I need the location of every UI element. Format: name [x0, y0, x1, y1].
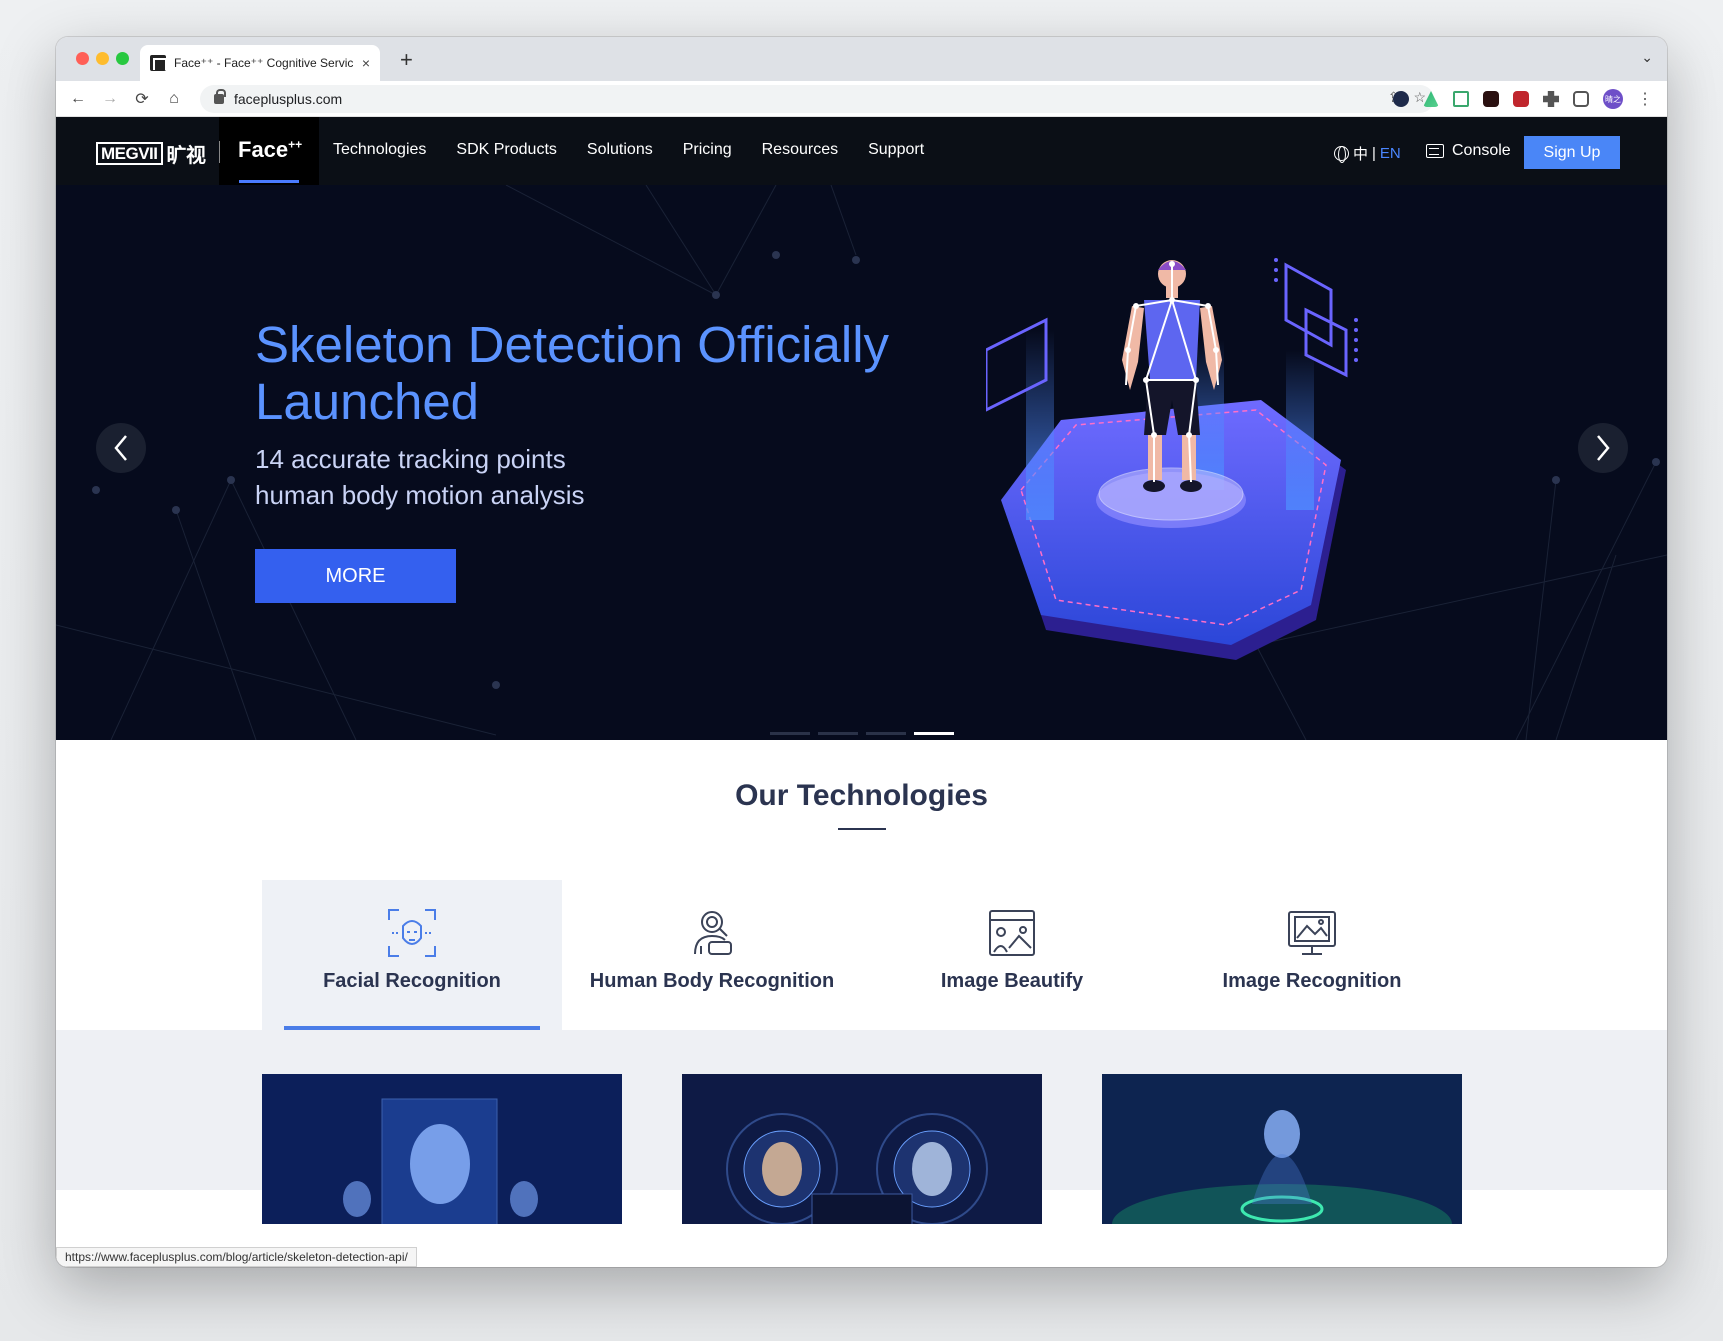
nav-support[interactable]: Support [868, 141, 924, 159]
tab-label: Image Recognition [1222, 970, 1402, 992]
more-button[interactable]: MORE [255, 549, 456, 603]
forward-button[interactable]: → [94, 90, 126, 108]
section-title-underline [838, 828, 886, 830]
face-scan-icon [388, 909, 436, 957]
hero-subtitle-line1: 14 accurate tracking points [255, 444, 566, 474]
skeleton-illustration [986, 258, 1358, 660]
section-title: Our Technologies [735, 779, 988, 812]
hero-subtitle: 14 accurate tracking points human body m… [255, 441, 585, 513]
tech-card-face-3d[interactable] [1102, 1074, 1462, 1224]
hero-subtitle-line2: human body motion analysis [255, 480, 585, 510]
chevron-right-icon [1597, 435, 1610, 461]
back-button[interactable]: ← [62, 90, 94, 108]
tab-label: Facial Recognition [323, 970, 501, 992]
body-recognition-icon [694, 911, 732, 955]
site-header: MEGVII 旷视 Face++ Technologies SDK Produc… [56, 117, 1667, 185]
hero-carousel: Skeleton Detection Officially Launched 1… [56, 185, 1667, 740]
carousel-dot-1[interactable] [770, 732, 810, 735]
tech-card-face-compare[interactable] [682, 1074, 1042, 1224]
carousel-dot-4[interactable] [914, 732, 954, 735]
nav-pricing[interactable]: Pricing [683, 141, 732, 159]
tab-label: Image Beautify [940, 970, 1084, 992]
tab-search-chevron-icon[interactable]: ⌄ [1641, 49, 1653, 66]
hero-title: Skeleton Detection Officially Launched [255, 316, 890, 430]
image-beautify-icon [989, 910, 1035, 956]
status-bar-url: https://www.faceplusplus.com/blog/articl… [56, 1247, 417, 1267]
language-switcher[interactable]: 中 | EN [1334, 143, 1401, 164]
new-tab-button[interactable]: + [400, 47, 413, 73]
maximize-window-button[interactable] [116, 52, 129, 65]
home-button[interactable]: ⌂ [158, 90, 190, 108]
active-brand-underline [239, 180, 299, 183]
url-text[interactable]: faceplusplus.com [234, 91, 342, 107]
console-link[interactable]: Console [1426, 142, 1511, 160]
close-window-button[interactable] [76, 52, 89, 65]
faceplus-logo[interactable]: Face++ [238, 137, 302, 163]
tab-label: Human Body Recognition [589, 970, 835, 992]
side-panel-icon[interactable] [1573, 91, 1589, 107]
image-recognition-icon [1288, 911, 1336, 955]
reload-button[interactable]: ⟳ [126, 89, 158, 109]
profile-avatar[interactable]: 晴之 [1603, 89, 1623, 109]
technology-tabs: Facial Recognition Human Body Recognitio… [262, 880, 1462, 1030]
nav-resources[interactable]: Resources [762, 141, 838, 159]
console-label: Console [1452, 142, 1511, 159]
carousel-indicators [770, 732, 954, 735]
nav-sdk-products[interactable]: SDK Products [456, 141, 556, 159]
minimize-window-button[interactable] [96, 52, 109, 65]
extension-shield-icon[interactable] [1513, 91, 1529, 107]
lang-separator: | [1372, 145, 1376, 162]
nav-solutions[interactable]: Solutions [587, 141, 653, 159]
tab-facial-recognition[interactable]: Facial Recognition [262, 880, 562, 1030]
lock-icon [214, 89, 226, 104]
face-compare-image [682, 1074, 1042, 1224]
carousel-next-button[interactable] [1578, 423, 1628, 473]
megvii-logo[interactable]: MEGVII 旷视 [96, 139, 206, 168]
face-3d-image [1102, 1074, 1462, 1224]
address-bar[interactable]: faceplusplus.com ⇪ ☆ [200, 85, 1434, 113]
globe-icon [1334, 146, 1349, 163]
tab-title: Face⁺⁺ - Face⁺⁺ Cognitive Servic [173, 56, 354, 70]
tech-card-face-detection[interactable] [262, 1074, 622, 1224]
carousel-dot-3[interactable] [866, 732, 906, 735]
console-icon [1426, 144, 1444, 158]
extension-dark-icon[interactable] [1483, 91, 1499, 107]
main-nav: Technologies SDK Products Solutions Pric… [333, 141, 924, 159]
carousel-dot-2[interactable] [818, 732, 858, 735]
browser-menu-icon[interactable]: ⋮ [1637, 89, 1653, 109]
browser-toolbar: ← → ⟳ ⌂ faceplusplus.com ⇪ ☆ 晴之 ⋮ [56, 81, 1667, 117]
browser-window: Face⁺⁺ - Face⁺⁺ Cognitive Servic × + ⌄ ←… [56, 37, 1667, 1267]
extensions-puzzle-icon[interactable] [1543, 91, 1559, 107]
tab-human-body-recognition[interactable]: Human Body Recognition [562, 880, 862, 1030]
sign-up-button[interactable]: Sign Up [1524, 136, 1620, 169]
chevron-left-icon [114, 435, 127, 461]
browser-tab-active[interactable]: Face⁺⁺ - Face⁺⁺ Cognitive Servic × [140, 45, 380, 81]
tab-close-icon[interactable]: × [362, 55, 370, 71]
tab-image-beautify[interactable]: Image Beautify [862, 880, 1162, 1030]
extension-vue-icon[interactable] [1423, 91, 1439, 107]
favicon-icon [150, 55, 167, 71]
extension-wave-icon[interactable] [1453, 91, 1469, 107]
lang-en[interactable]: EN [1380, 145, 1401, 162]
lang-cn[interactable]: 中 [1353, 143, 1368, 164]
carousel-prev-button[interactable] [96, 423, 146, 473]
brand-divider [219, 141, 220, 163]
nav-technologies[interactable]: Technologies [333, 141, 426, 159]
tab-strip: Face⁺⁺ - Face⁺⁺ Cognitive Servic × + ⌄ [56, 37, 1667, 81]
tab-image-recognition[interactable]: Image Recognition [1162, 880, 1462, 1030]
face-detection-image [262, 1074, 622, 1224]
extension-check-icon[interactable] [1393, 91, 1409, 107]
extensions-area: 晴之 ⋮ [1393, 89, 1653, 109]
